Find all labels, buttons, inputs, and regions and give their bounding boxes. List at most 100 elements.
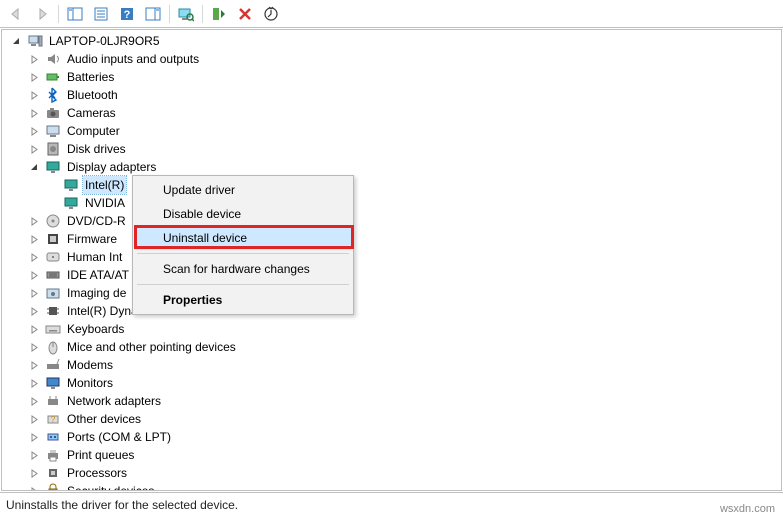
expand-toggle-icon[interactable] <box>28 215 41 228</box>
expand-toggle-icon[interactable] <box>28 341 41 354</box>
bluetooth-icon <box>45 87 61 103</box>
toolbar-separator <box>58 5 59 23</box>
context-menu-item[interactable]: Uninstall device <box>135 226 351 250</box>
expand-toggle-icon[interactable] <box>28 485 41 491</box>
tree-category[interactable]: DVD/CD-R <box>6 212 781 230</box>
expand-toggle-icon[interactable] <box>28 467 41 480</box>
collapse-toggle-icon[interactable] <box>10 35 23 48</box>
tree-category[interactable]: Processors <box>6 464 781 482</box>
arrow-left-icon <box>8 6 24 22</box>
expand-toggle-icon[interactable] <box>28 305 41 318</box>
expand-toggle-icon[interactable] <box>28 251 41 264</box>
expand-toggle-icon[interactable] <box>28 107 41 120</box>
tree-node-label: DVD/CD-R <box>65 212 128 230</box>
tree-category[interactable]: IDE ATA/AT <box>6 266 781 284</box>
expand-toggle-icon[interactable] <box>28 89 41 102</box>
context-menu-separator <box>137 284 349 285</box>
back-button[interactable] <box>4 3 28 25</box>
tree-node-label: Batteries <box>65 68 116 86</box>
tree-node-label: Print queues <box>65 446 136 464</box>
device-tree-area: LAPTOP-0LJR9OR5Audio inputs and outputsB… <box>1 29 782 491</box>
expand-toggle-icon[interactable] <box>28 71 41 84</box>
monitor-icon <box>45 375 61 391</box>
expand-toggle-icon[interactable] <box>28 413 41 426</box>
expand-toggle-icon[interactable] <box>28 395 41 408</box>
pc-icon <box>27 33 43 49</box>
tree-node-label: Ports (COM & LPT) <box>65 428 173 446</box>
collapse-toggle-icon[interactable] <box>28 161 41 174</box>
expand-toggle-icon[interactable] <box>28 377 41 390</box>
tree-category[interactable]: Security devices <box>6 482 781 490</box>
mouse-icon <box>45 339 61 355</box>
tree-node-label: LAPTOP-0LJR9OR5 <box>47 32 162 50</box>
tree-category[interactable]: Print queues <box>6 446 781 464</box>
show-hide-tree-button[interactable] <box>63 3 87 25</box>
tree-category[interactable]: Display adapters <box>6 158 781 176</box>
tree-category[interactable]: Network adapters <box>6 392 781 410</box>
tree-node-label: Firmware <box>65 230 119 248</box>
toggle-spacer <box>46 197 59 210</box>
tree-category[interactable]: Mice and other pointing devices <box>6 338 781 356</box>
context-menu-item[interactable]: Update driver <box>135 178 351 202</box>
context-menu-item[interactable]: Disable device <box>135 202 351 226</box>
tree-node-label: Monitors <box>65 374 115 392</box>
other-icon: ? <box>45 411 61 427</box>
tree-device[interactable]: NVIDIA <box>6 194 781 212</box>
enable-button[interactable] <box>207 3 231 25</box>
context-menu-item[interactable]: Properties <box>135 288 351 312</box>
printer-icon <box>45 447 61 463</box>
hid-icon <box>45 249 61 265</box>
help-icon: ? <box>119 6 135 22</box>
tree-category[interactable]: Disk drives <box>6 140 781 158</box>
scan-button[interactable] <box>174 3 198 25</box>
tree-category[interactable]: ?Other devices <box>6 410 781 428</box>
toggle-spacer <box>46 179 59 192</box>
tree-category[interactable]: Keyboards <box>6 320 781 338</box>
tree-category[interactable]: Monitors <box>6 374 781 392</box>
forward-button[interactable] <box>30 3 54 25</box>
tree-category[interactable]: Imaging de <box>6 284 781 302</box>
expand-toggle-icon[interactable] <box>28 233 41 246</box>
tree-category[interactable]: Cameras <box>6 104 781 122</box>
help-button[interactable]: ? <box>115 3 139 25</box>
tree-category[interactable]: Intel(R) Dynamic Platform and Thermal Fr… <box>6 302 781 320</box>
tree-node-label: Imaging de <box>65 284 128 302</box>
update-driver-button[interactable] <box>259 3 283 25</box>
svg-text:?: ? <box>124 9 131 21</box>
tree-category[interactable]: Human Int <box>6 248 781 266</box>
expand-toggle-icon[interactable] <box>28 359 41 372</box>
tree-category[interactable]: Batteries <box>6 68 781 86</box>
battery-icon <box>45 69 61 85</box>
tree-node-label: Processors <box>65 464 129 482</box>
tree-root[interactable]: LAPTOP-0LJR9OR5 <box>6 32 781 50</box>
uninstall-button[interactable] <box>233 3 257 25</box>
tree-category[interactable]: Firmware <box>6 230 781 248</box>
expand-toggle-icon[interactable] <box>28 53 41 66</box>
expand-toggle-icon[interactable] <box>28 449 41 462</box>
expand-toggle-icon[interactable] <box>28 323 41 336</box>
panel-right-icon <box>145 6 161 22</box>
watermark: wsxdn.com <box>720 503 775 515</box>
tree-category[interactable]: Computer <box>6 122 781 140</box>
tree-node-label: NVIDIA <box>83 194 127 212</box>
tree-category[interactable]: Ports (COM & LPT) <box>6 428 781 446</box>
chip-icon <box>45 303 61 319</box>
properties-button[interactable] <box>89 3 113 25</box>
expand-toggle-icon[interactable] <box>28 125 41 138</box>
expand-toggle-icon[interactable] <box>28 287 41 300</box>
tree-category[interactable]: Audio inputs and outputs <box>6 50 781 68</box>
tree-category[interactable]: Modems <box>6 356 781 374</box>
action-pane-button[interactable] <box>141 3 165 25</box>
tree-node-label: Keyboards <box>65 320 126 338</box>
tree-category[interactable]: Bluetooth <box>6 86 781 104</box>
arrow-right-icon <box>34 6 50 22</box>
context-menu-item-label: Uninstall device <box>163 231 247 245</box>
context-menu-item-label: Disable device <box>163 207 241 221</box>
expand-toggle-icon[interactable] <box>28 143 41 156</box>
tree-device[interactable]: Intel(R) <box>6 176 781 194</box>
expand-toggle-icon[interactable] <box>28 431 41 444</box>
x-icon <box>237 6 253 22</box>
expand-toggle-icon[interactable] <box>28 269 41 282</box>
device-tree[interactable]: LAPTOP-0LJR9OR5Audio inputs and outputsB… <box>2 30 781 490</box>
context-menu-item[interactable]: Scan for hardware changes <box>135 257 351 281</box>
